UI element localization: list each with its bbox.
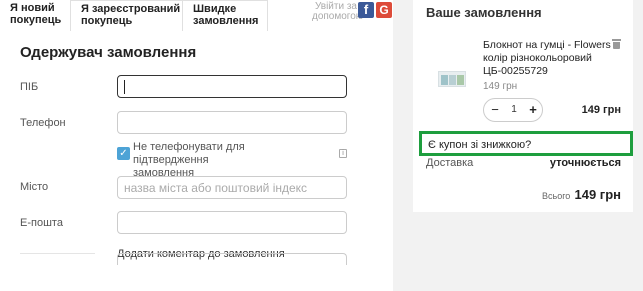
- total-label: Всього: [542, 191, 571, 201]
- order-title: Ваше замовлення: [426, 5, 542, 20]
- coupon-link[interactable]: Є купон зі знижкою?: [419, 131, 633, 156]
- tab-registered-line2: покупець: [81, 15, 133, 27]
- name-label: ПІБ: [20, 81, 39, 93]
- tab-registered-line1: Я зареєстрований: [81, 3, 181, 15]
- product-name[interactable]: Блокнот на гумці - Flowers колір різноко…: [483, 39, 613, 78]
- customer-type-tabs: Я новий покупець Я зареєстрований покупе…: [0, 0, 393, 31]
- product-thumbnail[interactable]: [438, 71, 466, 87]
- recipient-form: Одержувач замовлення ПІБ Телефон ✓ Не те…: [0, 31, 393, 291]
- no-call-label-line1: Не телефонувати для підтвердження: [133, 141, 245, 166]
- city-input[interactable]: назва міста або поштовий індекс: [117, 176, 347, 199]
- email-input[interactable]: [117, 211, 347, 234]
- tab-registered-customer[interactable]: Я зареєстрований покупець: [70, 0, 182, 31]
- unit-price: 149 грн: [483, 81, 518, 92]
- tab-new-customer[interactable]: Я новий покупець: [0, 0, 70, 31]
- phone-input[interactable]: [117, 111, 347, 134]
- text-caret: [124, 80, 125, 94]
- social-login-line2: допомогою: [312, 11, 364, 22]
- social-login-label: Увійти за допомогою: [312, 2, 364, 22]
- product-name-line2: колір різнокольоровий: [483, 52, 592, 64]
- tab-quick-order[interactable]: Швидке замовлення: [182, 0, 268, 31]
- facebook-icon[interactable]: f: [358, 2, 374, 18]
- line-total: 149 грн: [581, 104, 621, 116]
- order-summary: Ваше замовлення Блокнот на гумці - Flowe…: [413, 0, 633, 212]
- checkout-form-panel: Я новий покупець Я зареєстрований покупе…: [0, 0, 393, 291]
- quantity-value[interactable]: 1: [504, 104, 524, 115]
- next-input[interactable]: [117, 253, 347, 265]
- product-sku: ЦБ-00255729: [483, 65, 548, 77]
- no-call-label: Не телефонувати для підтвердження замовл…: [133, 141, 318, 180]
- phone-label: Телефон: [20, 117, 66, 129]
- tab-new-customer-line2: покупець: [10, 14, 62, 26]
- divider: [20, 253, 95, 254]
- total-value: 149 грн: [574, 187, 621, 202]
- trash-icon[interactable]: [612, 39, 621, 49]
- info-icon[interactable]: i: [339, 149, 347, 158]
- city-label: Місто: [20, 181, 49, 193]
- email-label: Е-пошта: [20, 217, 63, 229]
- product-name-line1: Блокнот на гумці - Flowers: [483, 39, 611, 51]
- quantity-decrease-button[interactable]: −: [488, 102, 502, 118]
- tab-new-customer-line1: Я новий: [10, 2, 55, 14]
- google-icon[interactable]: G: [376, 2, 392, 18]
- quantity-increase-button[interactable]: +: [526, 102, 540, 118]
- tab-quick-order-line2: замовлення: [193, 15, 259, 27]
- quantity-stepper: − 1 +: [483, 98, 543, 122]
- tab-quick-order-line1: Швидке: [193, 3, 237, 15]
- no-call-checkbox[interactable]: ✓: [117, 147, 130, 160]
- form-title: Одержувач замовлення: [20, 44, 197, 61]
- shipping-label: Доставка: [426, 157, 474, 169]
- shipping-value: уточнюється: [549, 157, 621, 169]
- name-input[interactable]: [117, 75, 347, 98]
